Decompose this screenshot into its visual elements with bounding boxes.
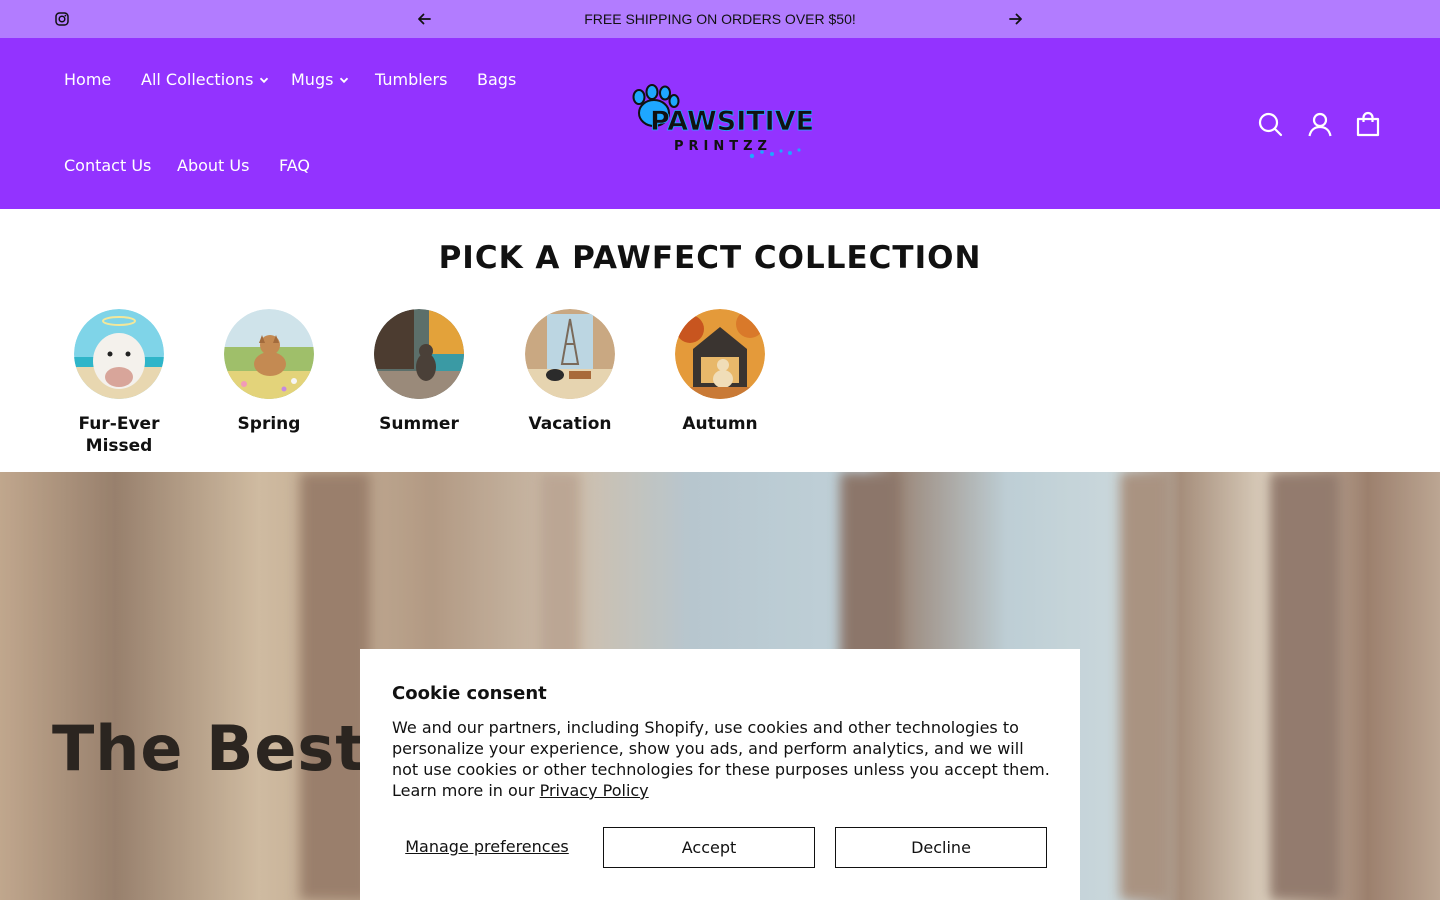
logo-subtext: PRINTZZ [674,139,772,154]
decline-button[interactable]: Decline [835,827,1047,868]
nav-item-label: Bags [477,70,517,89]
collection-fur-ever-missed[interactable]: Fur-Ever Missed [49,309,189,457]
collection-image [525,309,615,399]
collection-image [374,309,464,399]
privacy-policy-link[interactable]: Privacy Policy [540,781,649,800]
arrow-right-icon[interactable] [1007,10,1025,28]
arrow-left-icon[interactable] [415,10,433,28]
chevron-down-icon [260,77,269,83]
nav-item-all-collections[interactable]: All Collections [141,70,269,89]
cookie-consent-dialog: Cookie consent We and our partners, incl… [360,649,1080,900]
account-icon[interactable] [1307,111,1333,137]
nav-item-home[interactable]: Home [64,70,111,89]
cart-icon[interactable] [1355,111,1381,137]
chevron-down-icon [340,77,349,83]
nav-item-about-us[interactable]: About Us [177,156,249,175]
collection-label: Summer [379,414,459,434]
site-logo[interactable]: PAWSITIVE PRINTZZ [628,84,812,164]
collection-image [74,309,164,399]
instagram-icon[interactable] [55,12,69,26]
nav-item-bags[interactable]: Bags [477,70,516,89]
nav-item-label: Tumblers [375,70,448,89]
accept-button[interactable]: Accept [603,827,815,868]
collection-vacation[interactable]: Vacation [500,309,640,435]
nav-item-tumblers[interactable]: Tumblers [375,70,447,89]
nav-item-faq[interactable]: FAQ [279,156,310,175]
nav-item-label: Mugs [291,70,334,89]
collection-summer[interactable]: Summer [349,309,489,435]
nav-item-label: Home [64,70,112,89]
collection-label: Vacation [528,414,612,434]
logo-text: PAWSITIVE [650,106,812,137]
collection-image [675,309,765,399]
nav-item-label: Contact Us [64,156,152,175]
nav-item-label: All Collections [141,70,254,89]
nav-item-contact-us[interactable]: Contact Us [64,156,151,175]
nav-item-mugs[interactable]: Mugs [291,70,349,89]
search-icon[interactable] [1257,111,1283,137]
nav-item-label: About Us [177,156,250,175]
collection-spring[interactable]: Spring [199,309,339,435]
site-header: Home All Collections Mugs Tumblers Bags … [0,38,1440,209]
hero-subtitle-glyphs [52,790,352,804]
cookie-body-text: We and our partners, including Shopify, … [392,718,1050,800]
manage-preferences-link[interactable]: Manage preferences [392,827,582,867]
collection-label: Fur-Ever Missed [78,414,160,456]
collections-title: PICK A PAWFECT COLLECTION [438,240,982,276]
cookie-body: We and our partners, including Shopify, … [392,717,1052,801]
collection-image [224,309,314,399]
nav-item-label: FAQ [279,156,310,175]
collection-autumn[interactable]: Autumn [650,309,790,435]
collection-label: Spring [237,414,301,434]
announcement-bar: FREE SHIPPING ON ORDERS OVER $50! [0,0,1440,38]
announcement-message: FREE SHIPPING ON ORDERS OVER $50! [584,11,856,27]
hero-subtitle-partial [52,790,352,804]
cookie-title: Cookie consent [392,683,547,704]
collection-label: Autumn [682,414,758,434]
